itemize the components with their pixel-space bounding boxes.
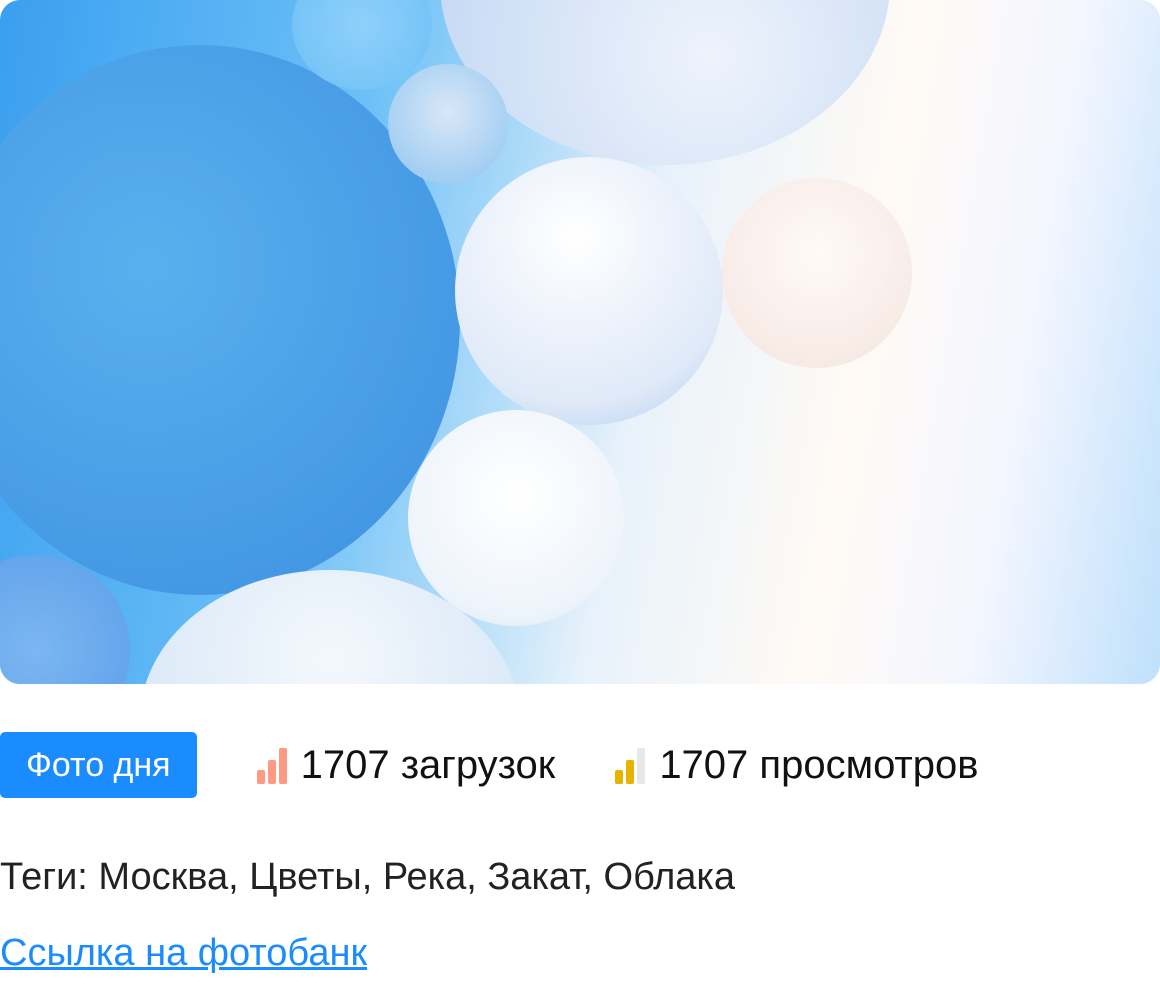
views-stat: 1707 просмотров [615, 742, 979, 788]
photobank-link[interactable]: Ссылка на фотобанк [0, 932, 367, 975]
photo-of-the-day[interactable] [0, 0, 1160, 684]
bubble [440, 0, 890, 165]
photo-of-day-badge: Фото дня [0, 732, 197, 798]
bar-level-icon [615, 746, 646, 784]
bubble [722, 178, 912, 368]
bar-level-icon [256, 746, 287, 784]
bubble [455, 157, 723, 425]
downloads-stat: 1707 загрузок [256, 742, 556, 788]
bubble [408, 410, 624, 626]
bubble [388, 64, 508, 184]
photo-meta: Фото дня 1707 загрузок 1707 просмотров [0, 732, 979, 798]
tags-line: Теги: Москва, Цветы, Река, Закат, Облака [0, 856, 736, 898]
views-count: 1707 просмотров [659, 742, 979, 787]
downloads-count: 1707 загрузок [300, 742, 556, 787]
